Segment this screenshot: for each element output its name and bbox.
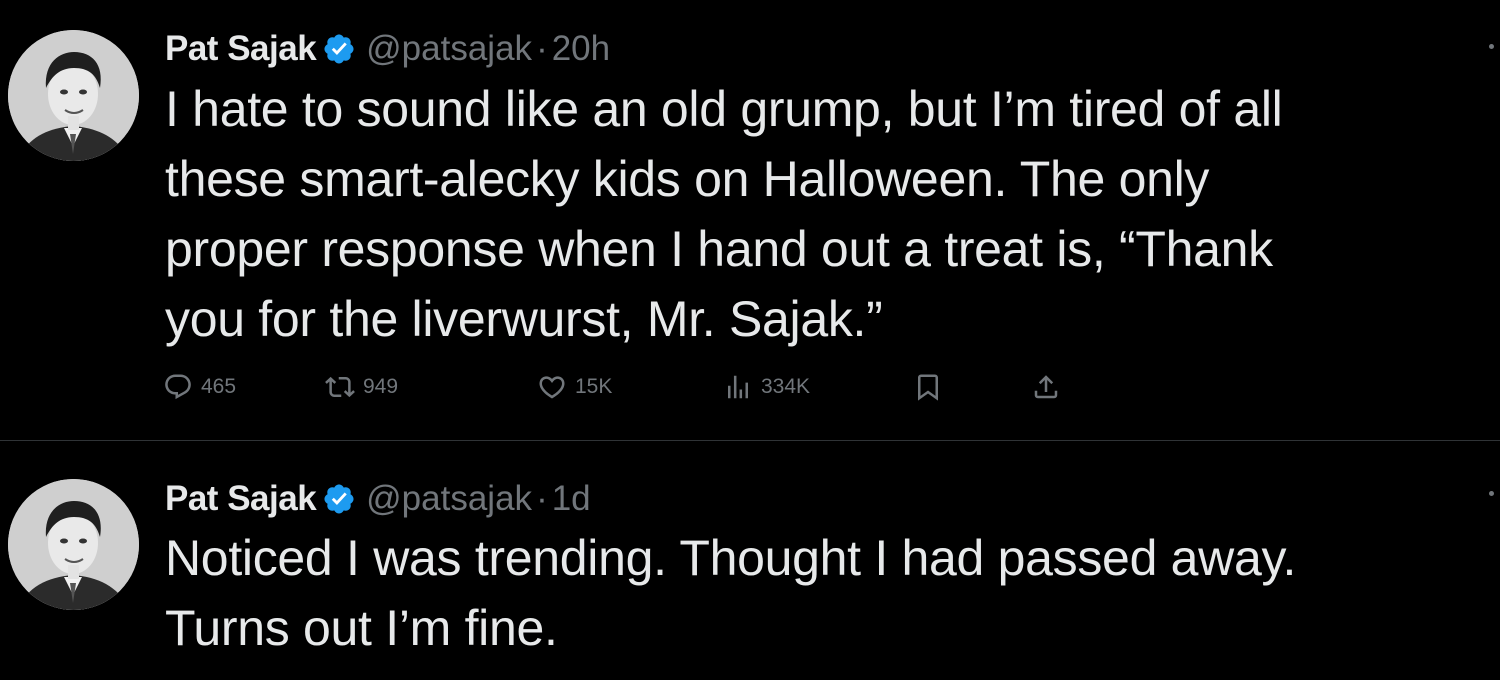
views-count: 334K [761, 375, 811, 398]
avatar[interactable] [8, 30, 139, 161]
tweet-actions: 465 949 15K 334K [163, 367, 1063, 407]
verified-badge-icon [322, 482, 356, 516]
handle[interactable]: @patsajak [366, 29, 532, 69]
heart-icon [537, 372, 567, 402]
tweet-header: Pat Sajak @patsajak · 1d [165, 477, 591, 521]
timestamp[interactable]: 20h [552, 29, 610, 69]
retweet-count: 949 [363, 375, 399, 398]
separator-dot: · [536, 479, 548, 518]
display-name[interactable]: Pat Sajak [165, 479, 317, 519]
bookmark-button[interactable] [913, 367, 943, 407]
avatar[interactable] [8, 479, 139, 610]
reply-icon [163, 372, 193, 402]
tweet[interactable]: Pat Sajak @patsajak · 20h I hate to soun… [0, 0, 1500, 440]
verified-badge-icon [322, 32, 356, 66]
bookmark-icon [913, 372, 943, 402]
more-options-icon[interactable] [1489, 491, 1494, 496]
timestamp[interactable]: 1d [552, 479, 591, 519]
reply-count: 465 [201, 375, 237, 398]
share-button[interactable] [1031, 367, 1061, 407]
tweet-text: Noticed I was trending. Thought I had pa… [165, 530, 1297, 656]
like-button[interactable]: 15K [537, 367, 612, 407]
reply-button[interactable]: 465 [163, 367, 236, 407]
more-options-icon[interactable] [1489, 44, 1494, 49]
views-icon [723, 372, 753, 402]
tweet-header: Pat Sajak @patsajak · 20h [165, 27, 610, 71]
display-name[interactable]: Pat Sajak [165, 29, 317, 69]
tweet-text: I hate to sound like an old grump, but I… [165, 81, 1283, 347]
like-count: 15K [575, 375, 613, 398]
views-button[interactable]: 334K [723, 367, 810, 407]
handle[interactable]: @patsajak [366, 479, 532, 519]
retweet-icon [325, 372, 355, 402]
separator-dot: · [536, 29, 548, 68]
retweet-button[interactable]: 949 [325, 367, 398, 407]
share-icon [1031, 372, 1061, 402]
